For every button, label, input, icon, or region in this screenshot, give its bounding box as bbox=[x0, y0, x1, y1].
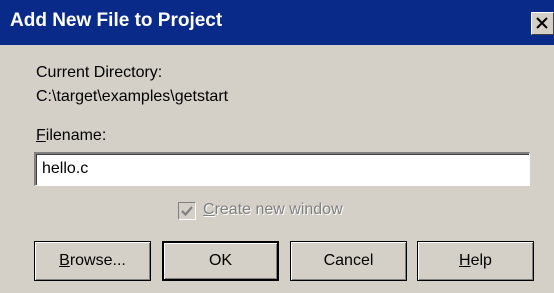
close-button[interactable] bbox=[531, 12, 554, 35]
filename-label-rest: ilename: bbox=[45, 127, 107, 144]
add-new-file-dialog: Add New File to Project Current Director… bbox=[0, 0, 554, 293]
create-new-window-mnemonic: C bbox=[203, 201, 215, 218]
close-icon bbox=[536, 17, 548, 29]
cancel-button[interactable]: Cancel bbox=[290, 241, 407, 281]
help-label-rest: elp bbox=[470, 252, 492, 269]
help-mnemonic: H bbox=[459, 252, 471, 269]
ok-button[interactable]: OK bbox=[162, 241, 279, 281]
help-button[interactable]: Help bbox=[417, 241, 534, 281]
ok-label: OK bbox=[208, 252, 233, 269]
filename-input-value: hello.c bbox=[42, 160, 89, 177]
filename-label-mnemonic: F bbox=[36, 127, 46, 144]
browse-button[interactable]: Browse... bbox=[34, 241, 151, 281]
cancel-label: Cancel bbox=[323, 252, 374, 269]
create-new-window-label-rest: reate new window bbox=[214, 201, 343, 218]
current-directory-label: Current Directory: bbox=[36, 64, 163, 81]
title-bar[interactable]: Add New File to Project bbox=[0, 0, 554, 45]
filename-label: Filename: bbox=[36, 127, 106, 145]
create-new-window-label: Create new window bbox=[203, 201, 343, 219]
create-new-window-checkbox[interactable] bbox=[178, 202, 196, 220]
dialog-title: Add New File to Project bbox=[10, 10, 223, 31]
browse-label-rest: rowse... bbox=[69, 252, 126, 269]
browse-mnemonic: B bbox=[59, 252, 70, 269]
filename-input[interactable]: hello.c bbox=[34, 152, 530, 186]
checkmark-icon bbox=[181, 206, 193, 217]
current-directory-path: C:\target\examples\getstart bbox=[36, 88, 229, 105]
